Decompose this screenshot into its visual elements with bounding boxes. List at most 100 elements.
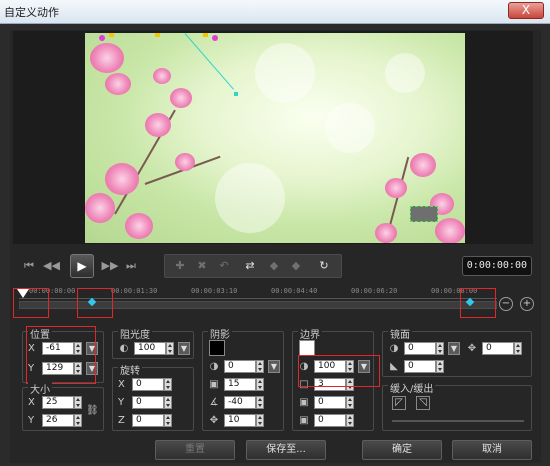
swap-icon[interactable]: ⇄	[241, 258, 259, 274]
ok-button[interactable]: 确定	[362, 440, 442, 460]
rotation-y-input[interactable]: 0	[132, 396, 164, 409]
shadow-spinner-3[interactable]	[256, 396, 264, 409]
opacity-spinner[interactable]	[166, 342, 174, 355]
size-x-label: X	[28, 397, 35, 408]
border-blur-icon: ▣	[299, 397, 309, 408]
opacity-input[interactable]: 100	[134, 342, 166, 355]
zoom-in-icon[interactable]: +	[520, 297, 534, 311]
position-handle[interactable]	[212, 35, 218, 41]
reverse-icon[interactable]: ↶	[215, 258, 233, 274]
play-button[interactable]: ▶	[70, 254, 94, 278]
shadow-spinner-2[interactable]	[256, 378, 264, 391]
object-end-box[interactable]	[410, 206, 438, 222]
rotation-y-label: Y	[118, 397, 125, 408]
blossom	[410, 153, 436, 177]
rotation-x-input[interactable]: 0	[132, 378, 164, 391]
blossom	[145, 113, 171, 137]
tick-label: 00:00:04:40	[271, 287, 318, 295]
rotation-x-spinner[interactable]	[164, 378, 172, 391]
next-keyframe-icon[interactable]: ◆	[287, 258, 305, 274]
size-handle[interactable]	[109, 33, 114, 37]
size-y-input[interactable]: 26	[42, 414, 74, 427]
blossom	[175, 153, 195, 171]
shadow-spinner-4[interactable]	[256, 414, 264, 427]
border-value-4[interactable]: 0	[314, 414, 346, 427]
size-handle[interactable]	[155, 33, 160, 37]
loop-icon[interactable]: ↻	[315, 258, 333, 274]
reset-button[interactable]: 重置	[155, 440, 235, 460]
save-to-button[interactable]: 保存至...	[246, 440, 326, 460]
shadow-value-1[interactable]: 0	[224, 360, 256, 373]
remove-keyframe-icon[interactable]: ✖	[193, 258, 211, 274]
shadow-value-2[interactable]: 15	[224, 378, 256, 391]
highlight-box	[26, 326, 96, 384]
size-y-spinner[interactable]	[74, 414, 82, 427]
motion-path-point[interactable]	[234, 92, 238, 96]
border-row-3: ▣ 0	[298, 396, 372, 410]
bokeh-light	[385, 53, 425, 93]
border-row-4: ▣ 0	[298, 414, 372, 428]
cancel-button[interactable]: 取消	[452, 440, 532, 460]
blossom	[125, 213, 153, 239]
mirror-row-2: ◣ 0	[388, 360, 528, 374]
shadow-value-3[interactable]: -40	[224, 396, 256, 409]
close-button[interactable]: X	[508, 2, 544, 19]
mirror-dropdown[interactable]: ▼	[448, 342, 460, 355]
keyframe-timeline[interactable]: 00:00:00:00 00:00:01:30 00:00:03:10 00:0…	[13, 284, 534, 320]
position-handle[interactable]	[99, 35, 105, 41]
blossom	[153, 68, 171, 84]
keyframe-toolbar: ✚ ✖ ↶ ⇄ ◆ ◆ ↻	[164, 254, 342, 278]
border-value-3[interactable]: 0	[314, 396, 346, 409]
highlight-box	[13, 288, 49, 318]
ease-out-icon[interactable]: ◹	[416, 396, 430, 410]
size-x-spinner[interactable]	[74, 396, 82, 409]
shadow-angle-icon: ∡	[209, 397, 219, 408]
go-start-icon[interactable]: ⏮	[21, 258, 37, 274]
add-keyframe-icon[interactable]: ✚	[171, 258, 189, 274]
transport-bar: ⏮ ◀◀ ▶ ▶▶ ⏭ ✚ ✖ ↶ ⇄ ◆ ◆ ↻ 0:00:00:00	[13, 252, 533, 282]
mirror-spinner-1[interactable]	[436, 342, 444, 355]
ease-title: 缓入/缓出	[388, 380, 436, 395]
title-bar: 自定义动作 X	[0, 0, 550, 24]
shadow-spinner-1[interactable]	[256, 360, 264, 373]
window-title: 自定义动作	[4, 6, 59, 19]
blossom	[85, 193, 115, 223]
next-frame-icon[interactable]: ▶▶	[101, 258, 119, 274]
link-icon[interactable]: ⛓	[86, 404, 99, 417]
border-color-swatch[interactable]	[299, 340, 315, 356]
size-x-input[interactable]: 25	[42, 396, 74, 409]
border-spinner-3[interactable]	[346, 396, 354, 409]
opacity-dropdown[interactable]: ▼	[178, 342, 190, 355]
rotation-y-row: Y 0	[118, 396, 192, 410]
shadow-dropdown[interactable]: ▼	[268, 360, 280, 373]
go-end-icon[interactable]: ⏭	[123, 258, 139, 274]
blossom	[170, 88, 192, 108]
shadow-color-swatch[interactable]	[209, 340, 225, 356]
play-icon: ▶	[77, 259, 87, 273]
rotation-y-spinner[interactable]	[164, 396, 172, 409]
preview-image[interactable]	[85, 33, 465, 243]
bokeh-light	[215, 163, 285, 233]
rotation-title: 旋转	[118, 362, 142, 377]
mirror-spinner-2[interactable]	[436, 360, 444, 373]
shadow-blur-icon: ▣	[209, 379, 219, 390]
zoom-out-icon[interactable]: −	[499, 297, 513, 311]
prev-keyframe-icon[interactable]: ◆	[265, 258, 283, 274]
rotation-z-spinner[interactable]	[164, 414, 172, 427]
mirror-value-1[interactable]: 0	[404, 342, 436, 355]
motion-path	[184, 33, 234, 90]
shadow-value-4[interactable]: 10	[224, 414, 256, 427]
timecode-field[interactable]: 0:00:00:00	[462, 256, 532, 276]
mirror-offset-input[interactable]: 0	[482, 342, 514, 355]
rotation-z-input[interactable]: 0	[132, 414, 164, 427]
ease-in-icon[interactable]: ◸	[392, 396, 406, 410]
ease-slider-track[interactable]	[392, 420, 524, 422]
prev-frame-icon[interactable]: ◀◀	[43, 258, 60, 274]
mirror-value-2[interactable]: 0	[404, 360, 436, 373]
size-handle[interactable]	[203, 33, 208, 37]
mirror-opacity-icon: ◑	[389, 343, 399, 354]
shadow-row-1: ◑ 0 ▼	[208, 360, 282, 374]
mirror-offset-spinner[interactable]	[514, 342, 522, 355]
blossom	[105, 73, 131, 95]
border-spinner-4[interactable]	[346, 414, 354, 427]
